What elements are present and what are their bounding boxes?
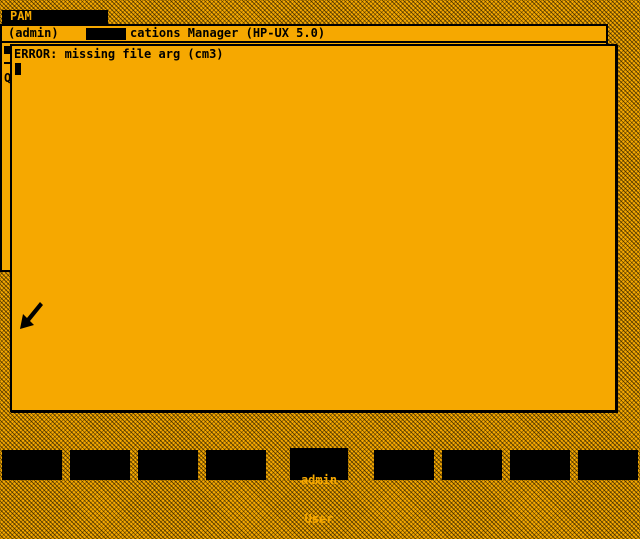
window-title: cations Manager (HP-UX 5.0) xyxy=(130,26,326,40)
background-window-titlebar[interactable]: (admin) cations Manager (HP-UX 5.0) xyxy=(2,26,606,43)
softkey-9[interactable] xyxy=(578,450,638,480)
arrow-pointer-icon xyxy=(20,302,43,329)
softkey-2[interactable] xyxy=(70,450,130,480)
softkey-user-line2: User xyxy=(304,512,334,526)
text-cursor xyxy=(15,63,21,75)
softkey-6[interactable] xyxy=(374,450,434,480)
user-role-label: (admin) xyxy=(8,26,59,40)
softkey-3[interactable] xyxy=(138,450,198,480)
error-window[interactable]: ERROR: missing file arg (cm3) xyxy=(10,44,617,412)
softkey-4[interactable] xyxy=(206,450,266,480)
softkey-user-line1: admin xyxy=(300,473,338,487)
softkey-user[interactable]: admin User xyxy=(290,448,348,526)
title-highlight-block xyxy=(86,28,126,40)
softkey-8[interactable] xyxy=(510,450,570,480)
pam-tab-label[interactable]: PAM xyxy=(2,10,108,24)
error-message: ERROR: missing file arg (cm3) xyxy=(14,47,224,61)
softkey-1[interactable] xyxy=(2,450,62,480)
softkey-7[interactable] xyxy=(442,450,502,480)
